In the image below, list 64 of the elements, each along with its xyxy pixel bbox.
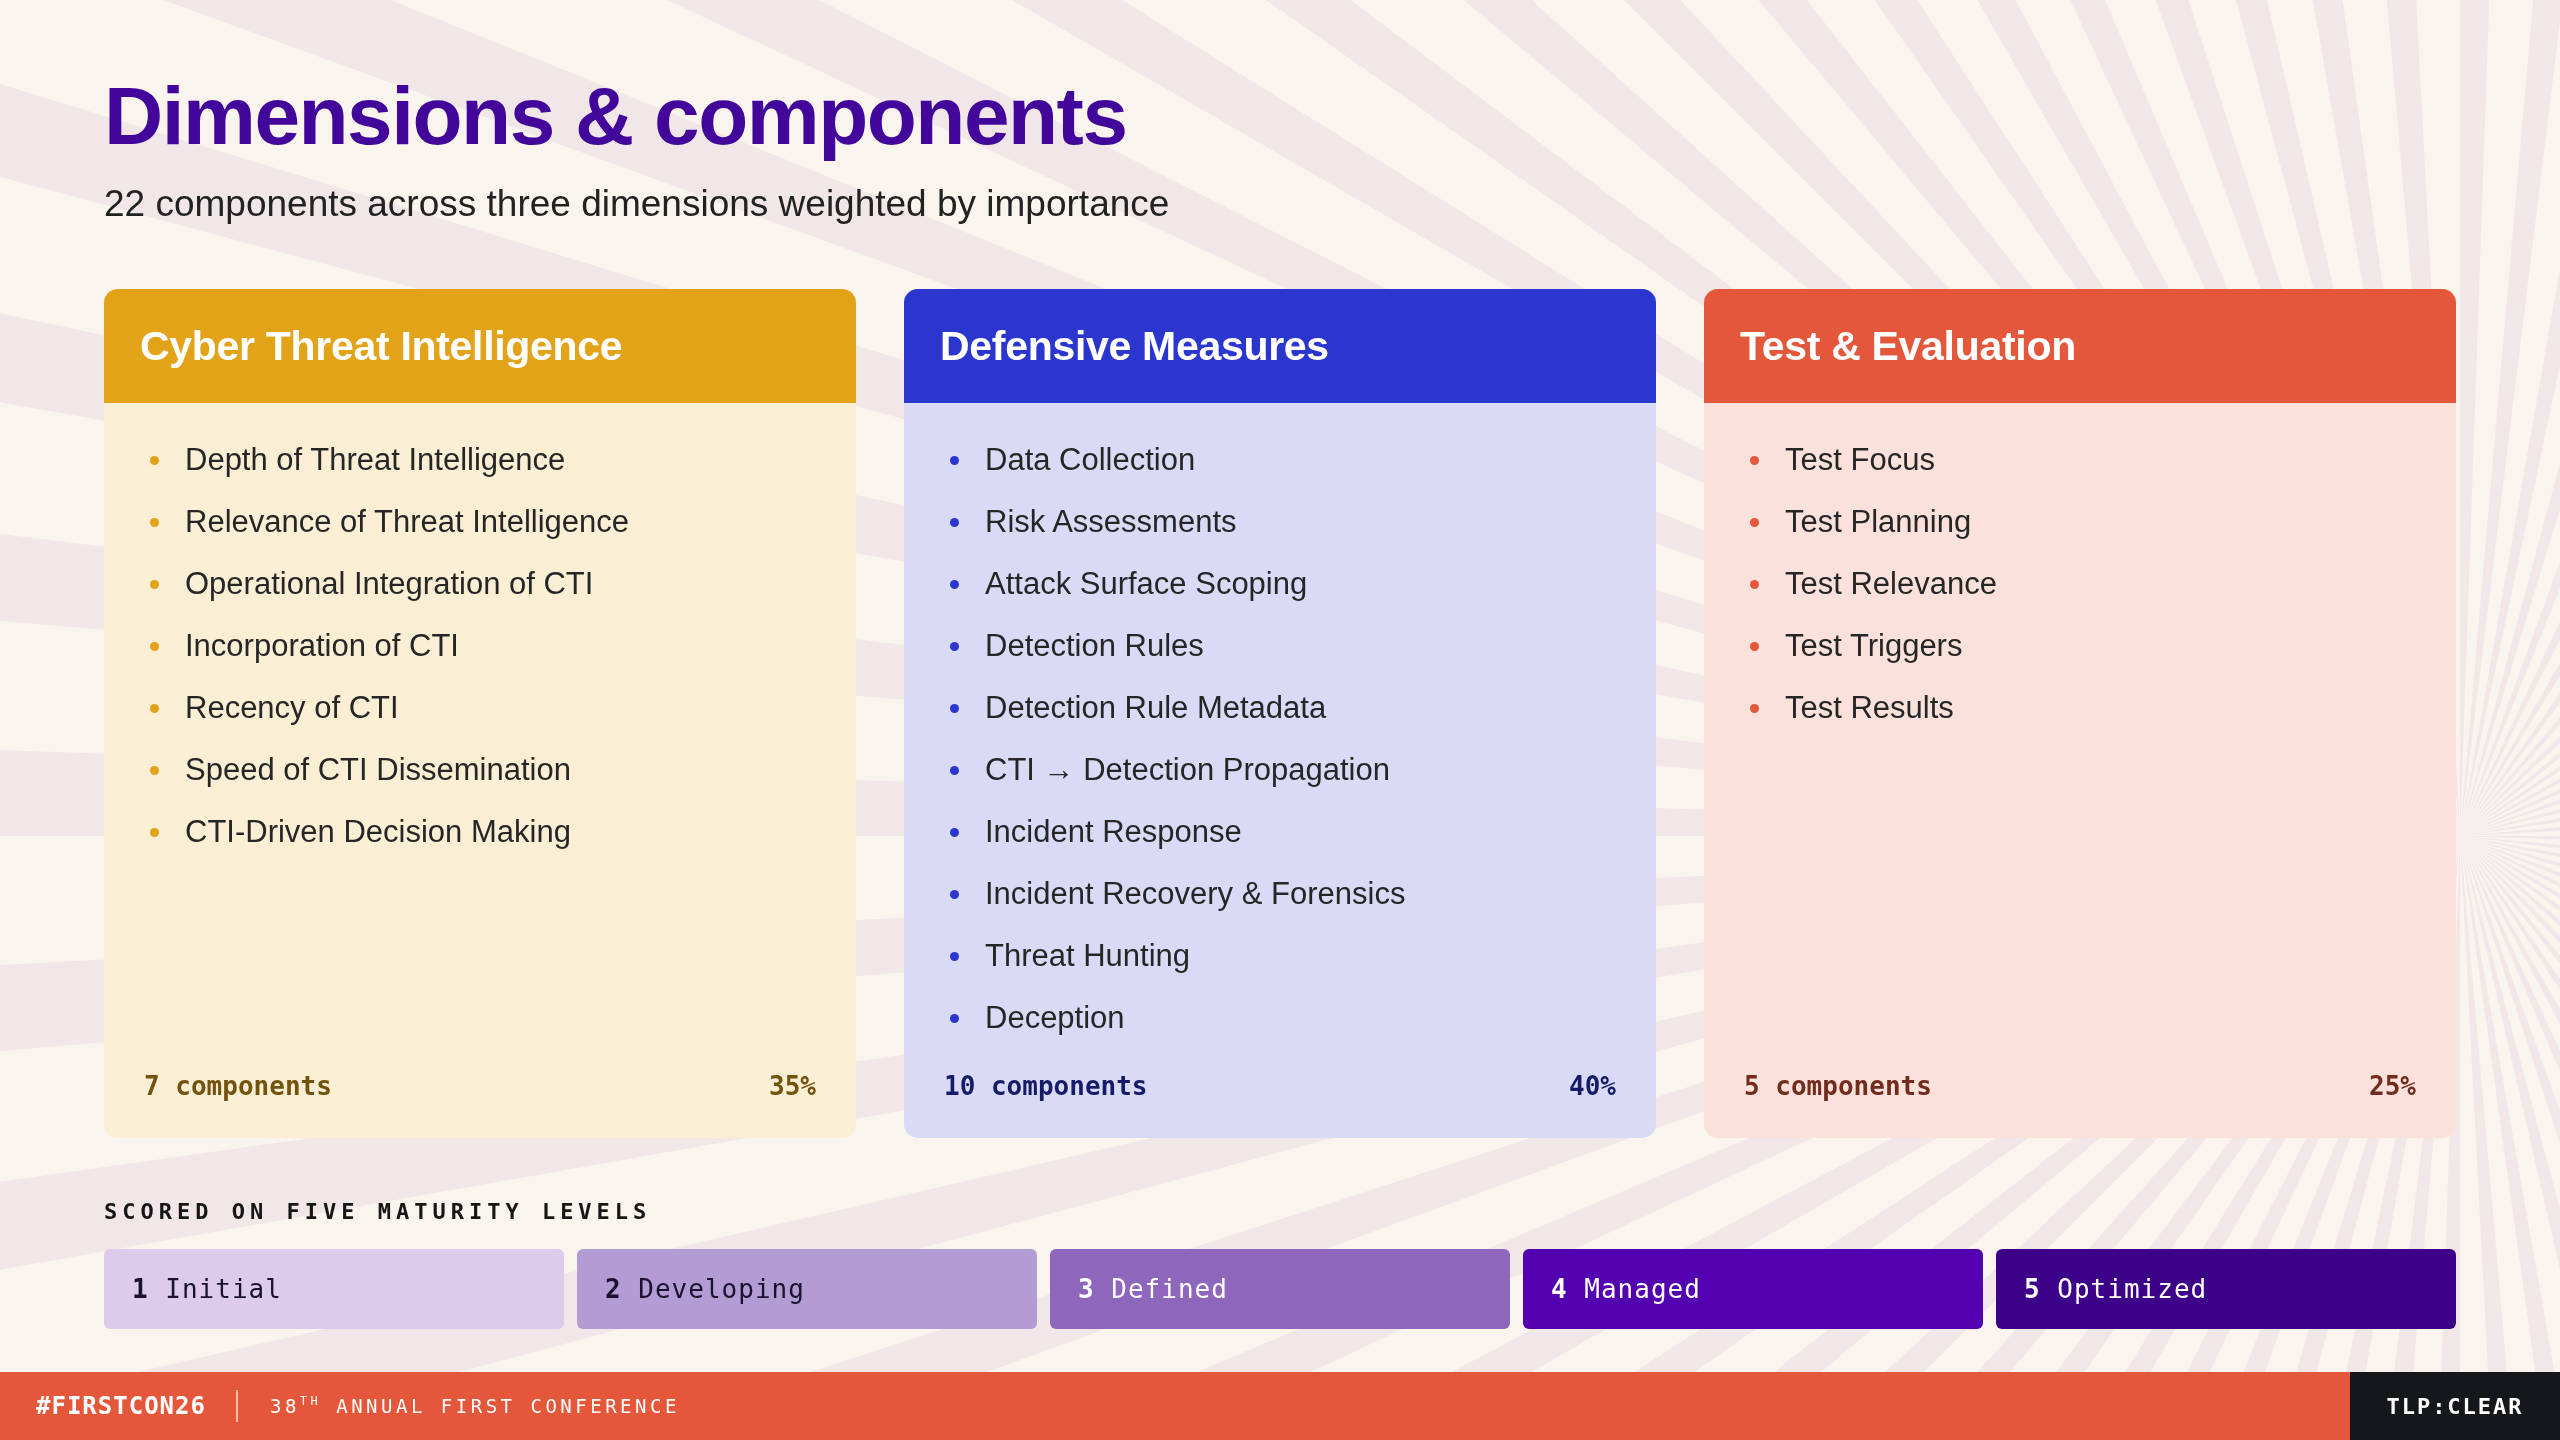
component-count: 10 components	[944, 1070, 1148, 1103]
maturity-level: 1 Initial	[104, 1249, 564, 1329]
component-label: Incorporation of CTI	[185, 628, 459, 664]
component-label: Test Relevance	[1785, 566, 1997, 602]
bullet-icon	[950, 889, 959, 899]
card-header: Cyber Threat Intelligence	[104, 289, 856, 403]
bullet-icon	[1750, 517, 1759, 527]
hashtag-label: #FIRSTCON26	[36, 1392, 206, 1420]
bullet-icon	[150, 827, 159, 837]
bullet-icon	[950, 579, 959, 589]
conference-label: 38$^{TH}$ ANNUAL FIRST CONFERENCE	[269, 1393, 680, 1419]
component-label: Speed of CTI Dissemination	[185, 752, 571, 788]
bullet-icon	[950, 951, 959, 961]
component-label: Operational Integration of CTI	[185, 566, 594, 602]
bullet-icon	[950, 641, 959, 651]
card-header: Defensive Measures	[904, 289, 1656, 403]
slide-title: Dimensions & components	[104, 69, 1127, 163]
component-label: Attack Surface Scoping	[985, 566, 1308, 602]
component-label: Test Planning	[1785, 504, 1972, 540]
component-label: Threat Hunting	[985, 938, 1191, 974]
component-label: Depth of Threat Intelligence	[185, 442, 566, 478]
bullet-icon	[1750, 455, 1759, 465]
bullet-icon	[950, 517, 959, 527]
slide-subtitle: 22 components across three dimensions weighted by importance	[104, 182, 1170, 226]
component-label: CTI-Driven Decision Making	[185, 814, 571, 850]
component-label: Test Focus	[1785, 442, 1935, 478]
component-label: Deception	[985, 1000, 1125, 1036]
component-label: Incident Recovery & Forensics	[985, 876, 1406, 912]
component-label: Detection Rules	[985, 628, 1204, 664]
bullet-icon	[950, 703, 959, 713]
classification-label: TLP:CLEAR	[2350, 1372, 2560, 1440]
maturity-level: 5 Optimized	[1996, 1249, 2456, 1329]
bullet-icon	[1750, 579, 1759, 589]
component-label: Relevance of Threat Intelligence	[185, 504, 630, 540]
bullet-icon	[950, 765, 959, 775]
component-count: 7 components	[144, 1070, 332, 1103]
bullet-icon	[1750, 641, 1759, 651]
component-label: Recency of CTI	[185, 690, 399, 726]
maturity-level: 3 Defined	[1050, 1249, 1510, 1329]
bullet-icon	[150, 765, 159, 775]
weight-percent: 40%	[1569, 1070, 1616, 1103]
component-label: CTI → Detection Propagation	[985, 752, 1390, 788]
card-header: Test & Evaluation	[1704, 289, 2456, 403]
bullet-icon	[950, 827, 959, 837]
maturity-level: 4 Managed	[1523, 1249, 1983, 1329]
bullet-icon	[150, 517, 159, 527]
component-label: Risk Assessments	[985, 504, 1237, 540]
bullet-icon	[150, 455, 159, 465]
weight-percent: 35%	[769, 1070, 816, 1103]
component-label: Incident Response	[985, 814, 1242, 850]
bullet-icon	[150, 703, 159, 713]
component-label: Data Collection	[985, 442, 1196, 478]
bullet-icon	[150, 579, 159, 589]
maturity-heading: SCORED ON FIVE MATURITY LEVELS	[104, 1198, 652, 1226]
weight-percent: 25%	[2369, 1070, 2416, 1103]
bullet-icon	[950, 455, 959, 465]
component-count: 5 components	[1744, 1070, 1932, 1103]
component-label: Test Triggers	[1785, 628, 1963, 664]
component-label: Test Results	[1785, 690, 1954, 726]
maturity-level: 2 Developing	[577, 1249, 1037, 1329]
bullet-icon	[1750, 703, 1759, 713]
bullet-icon	[950, 1013, 959, 1023]
component-label: Detection Rule Metadata	[985, 690, 1327, 726]
bullet-icon	[150, 641, 159, 651]
